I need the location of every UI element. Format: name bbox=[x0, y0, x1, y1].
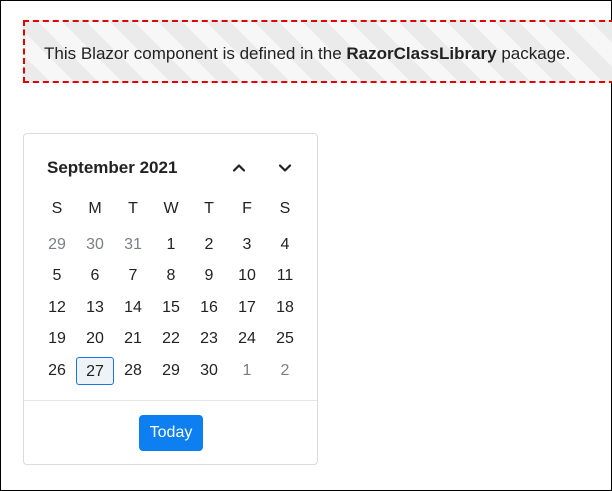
chevron-down-icon bbox=[278, 164, 292, 172]
calendar-day[interactable]: 29 bbox=[152, 357, 190, 385]
calendar-day[interactable]: 12 bbox=[38, 294, 76, 322]
weekday-header-row: SMTWTFS bbox=[38, 194, 304, 224]
weekday-label: M bbox=[88, 200, 102, 217]
calendar-day[interactable]: 5 bbox=[38, 262, 76, 290]
calendar-day[interactable]: 10 bbox=[228, 262, 266, 290]
calendar-day[interactable]: 31 bbox=[114, 231, 152, 259]
weekday-label: F bbox=[242, 200, 252, 217]
calendar-day[interactable]: 2 bbox=[190, 231, 228, 259]
weekday-label: W bbox=[163, 200, 179, 217]
calendar: September 2021 SMTWTFS 29 30 31 1 2 3 4 5 6 7 8 9 10… bbox=[23, 133, 318, 465]
package-banner: This Blazor component is defined in the … bbox=[23, 20, 612, 83]
calendar-day[interactable]: 18 bbox=[266, 294, 304, 322]
calendar-day[interactable]: 26 bbox=[38, 357, 76, 385]
calendar-day[interactable]: 29 bbox=[38, 231, 76, 259]
calendar-day[interactable]: 22 bbox=[152, 325, 190, 353]
calendar-day[interactable]: 16 bbox=[190, 294, 228, 322]
banner-package-name: RazorClassLibrary bbox=[346, 44, 497, 63]
calendar-day[interactable]: 23 bbox=[190, 325, 228, 353]
calendar-grid: SMTWTFS 29 30 31 1 2 3 4 5 6 7 8 9 10 11 12 13 14 15 16 17 1… bbox=[38, 194, 304, 387]
calendar-week-row: 5 6 7 8 9 10 11 bbox=[38, 261, 304, 293]
calendar-day[interactable]: 11 bbox=[266, 262, 304, 290]
calendar-footer-divider bbox=[24, 400, 317, 401]
calendar-day[interactable]: 19 bbox=[38, 325, 76, 353]
previous-month-button[interactable] bbox=[227, 156, 251, 180]
calendar-day[interactable]: 9 bbox=[190, 262, 228, 290]
calendar-day-selected[interactable]: 27 bbox=[76, 356, 114, 385]
calendar-week-row: 12 13 14 15 16 17 18 bbox=[38, 292, 304, 324]
calendar-week-row: 26 27 28 29 30 1 2 bbox=[38, 355, 304, 387]
chevron-up-icon bbox=[232, 164, 246, 172]
calendar-day[interactable]: 15 bbox=[152, 294, 190, 322]
calendar-day[interactable]: 2 bbox=[266, 357, 304, 385]
calendar-day[interactable]: 20 bbox=[76, 325, 114, 353]
calendar-day[interactable]: 7 bbox=[114, 262, 152, 290]
today-button[interactable]: Today bbox=[139, 415, 203, 451]
calendar-day[interactable]: 4 bbox=[266, 231, 304, 259]
calendar-day[interactable]: 3 bbox=[228, 231, 266, 259]
calendar-day[interactable]: 30 bbox=[190, 357, 228, 385]
calendar-day[interactable]: 28 bbox=[114, 357, 152, 385]
weekday-label: T bbox=[128, 200, 138, 217]
calendar-day[interactable]: 25 bbox=[266, 325, 304, 353]
page-frame: This Blazor component is defined in the … bbox=[0, 0, 612, 491]
weekday-label: T bbox=[204, 200, 214, 217]
calendar-day[interactable]: 8 bbox=[152, 262, 190, 290]
banner-suffix: package. bbox=[496, 44, 571, 63]
calendar-week-row: 29 30 31 1 2 3 4 bbox=[38, 229, 304, 261]
calendar-day[interactable]: 13 bbox=[76, 294, 114, 322]
calendar-day[interactable]: 24 bbox=[228, 325, 266, 353]
calendar-day[interactable]: 14 bbox=[114, 294, 152, 322]
next-month-button[interactable] bbox=[273, 156, 297, 180]
calendar-month-label[interactable]: September 2021 bbox=[47, 158, 177, 178]
weekday-label: S bbox=[279, 200, 291, 217]
banner-text: This Blazor component is defined in the … bbox=[44, 44, 570, 64]
calendar-day[interactable]: 6 bbox=[76, 262, 114, 290]
calendar-week-row: 19 20 21 22 23 24 25 bbox=[38, 324, 304, 356]
calendar-day[interactable]: 1 bbox=[228, 357, 266, 385]
calendar-day[interactable]: 1 bbox=[152, 231, 190, 259]
calendar-day[interactable]: 30 bbox=[76, 231, 114, 259]
calendar-day[interactable]: 17 bbox=[228, 294, 266, 322]
banner-prefix: This Blazor component is defined in the bbox=[44, 44, 347, 63]
weekday-label: S bbox=[51, 200, 63, 217]
calendar-day[interactable]: 21 bbox=[114, 325, 152, 353]
